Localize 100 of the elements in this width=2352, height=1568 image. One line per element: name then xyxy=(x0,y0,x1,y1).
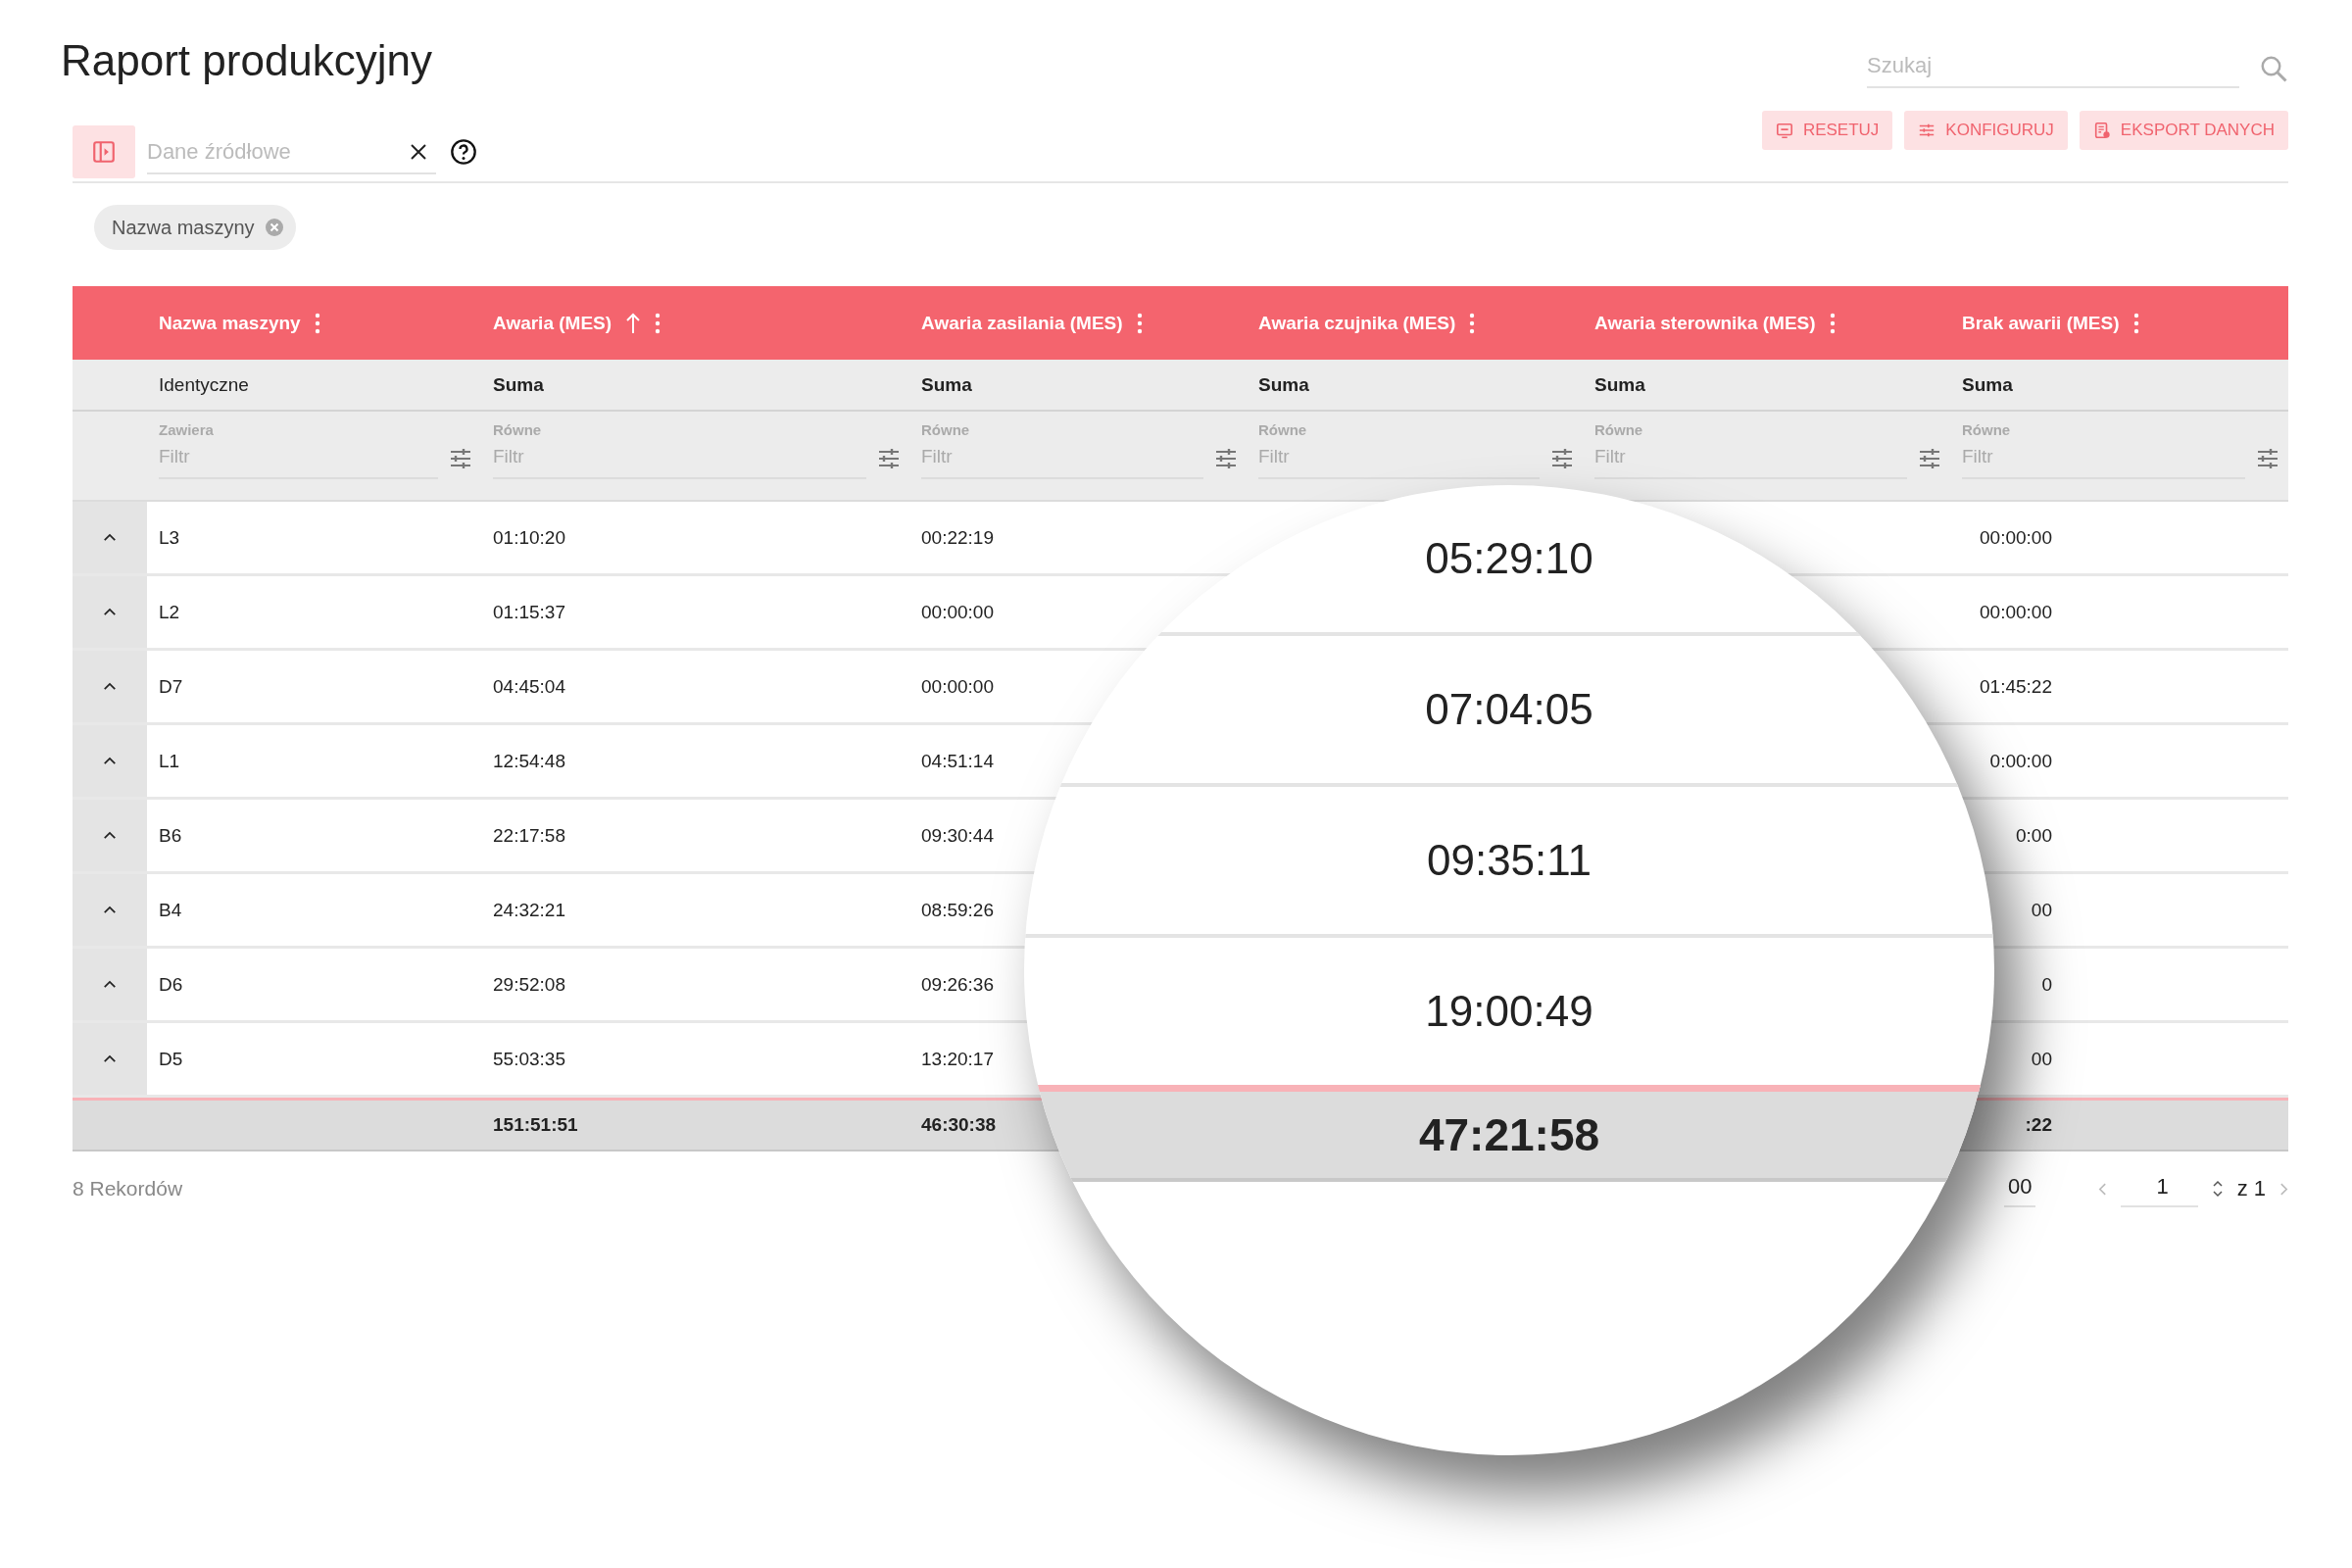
filter-label: Równe xyxy=(1594,421,1644,438)
table-cell: 00:22:19 xyxy=(921,526,994,549)
table-cell: 01:10:20 xyxy=(493,526,565,549)
magnified-value: 19:00:49 xyxy=(1425,987,1593,1036)
caret-up-icon[interactable] xyxy=(103,533,117,542)
configure-button[interactable]: KONFIGURUJ xyxy=(1904,111,2068,150)
table-cell: D5 xyxy=(159,1048,183,1070)
column-header[interactable]: Awaria zasilania (MES) xyxy=(909,286,1247,360)
filter-label: Równe xyxy=(1258,421,1308,438)
panel-toggle-icon[interactable] xyxy=(91,138,117,165)
page-title: Raport produkcyjny xyxy=(61,35,433,86)
reset-button[interactable]: RESETUJ xyxy=(1761,111,1893,150)
caret-up-icon[interactable] xyxy=(103,682,117,691)
filter-label: Równe xyxy=(493,421,543,438)
filter-settings-icon[interactable] xyxy=(1551,448,1573,469)
aggregate-label: Suma xyxy=(493,373,544,396)
magnified-value: 09:35:11 xyxy=(1427,836,1592,885)
chevron-right-icon[interactable] xyxy=(2279,1181,2288,1197)
filter-field[interactable]: Filtr xyxy=(1962,438,2245,479)
total-cell-text: :22 xyxy=(2024,1114,2052,1136)
remove-icon[interactable] xyxy=(264,218,284,237)
table-cell: 09:30:44 xyxy=(921,824,994,847)
table-cell-text: 01:45:22 xyxy=(1979,675,2052,698)
filter-settings-icon[interactable] xyxy=(1919,448,1940,469)
filter-settings-icon[interactable] xyxy=(878,448,900,469)
table-cell-text: 0 xyxy=(2040,973,2052,996)
export-button[interactable]: EKSPORT DANYCH xyxy=(2079,111,2288,150)
caret-up-icon[interactable] xyxy=(103,906,117,914)
monitor-icon[interactable] xyxy=(1775,122,1793,139)
filter-field[interactable]: Filtr xyxy=(159,438,438,479)
table-cell: D7 xyxy=(159,675,183,698)
table-cell: 01:15:37 xyxy=(493,601,565,623)
column-header[interactable]: Awaria (MES) xyxy=(481,286,909,360)
caret-up-icon[interactable] xyxy=(103,757,117,765)
kebab-menu-icon[interactable] xyxy=(1829,312,1836,334)
table-cell: 08:59:26 xyxy=(921,899,994,921)
record-count: 8 Rekordów xyxy=(73,1177,183,1200)
kebab-menu-icon[interactable] xyxy=(655,312,662,334)
filter-settings-icon[interactable] xyxy=(450,448,471,469)
page-size-field[interactable]: 00 xyxy=(2003,1170,2036,1207)
caret-up-icon[interactable] xyxy=(103,980,117,989)
filter-field[interactable]: Filtr xyxy=(921,438,1203,479)
table-cell: L3 xyxy=(159,526,180,549)
sort-up-arrow-icon[interactable] xyxy=(625,312,642,334)
magnified-value: 07:04:05 xyxy=(1425,685,1593,734)
caret-up-icon[interactable] xyxy=(103,1054,117,1063)
aggregate-label: Suma xyxy=(1594,373,1645,396)
table-cell: B6 xyxy=(159,824,182,847)
column-header[interactable]: Awaria czujnika (MES) xyxy=(1247,286,1583,360)
table-cell: 04:45:04 xyxy=(493,675,565,698)
total-cell: 46:30:38 xyxy=(921,1114,997,1136)
filter-field[interactable]: Filtr xyxy=(1594,438,1907,479)
aggregate-label: Suma xyxy=(921,373,972,396)
table-cell-text: 0:00:00 xyxy=(1988,750,2052,772)
page-number-field[interactable]: 1 xyxy=(2121,1170,2198,1207)
table-cell: 24:32:21 xyxy=(493,899,565,921)
kebab-menu-icon[interactable] xyxy=(314,312,320,334)
chevron-left-icon[interactable] xyxy=(2098,1181,2108,1197)
caret-up-icon[interactable] xyxy=(103,831,117,840)
table-cell: L1 xyxy=(159,750,180,772)
caret-up-icon[interactable] xyxy=(103,608,117,616)
sidebar-toggle-button[interactable] xyxy=(73,124,135,178)
magnified-value: 05:29:10 xyxy=(1425,534,1593,583)
group-chip[interactable]: Nazwa maszyny xyxy=(94,205,296,250)
table-cell: 12:54:48 xyxy=(493,750,565,772)
table-cell: 13:20:17 xyxy=(921,1048,994,1070)
kebab-menu-icon[interactable] xyxy=(1469,312,1476,334)
column-header[interactable]: Awaria sterownika (MES) xyxy=(1583,286,1950,360)
filter-label: Równe xyxy=(921,421,971,438)
filter-field[interactable]: Filtr xyxy=(1258,438,1540,479)
filter-label: Zawiera xyxy=(159,421,215,438)
table-cell: 00:00:00 xyxy=(921,675,994,698)
table-cell: 29:52:08 xyxy=(493,973,565,996)
table-cell-text: 00 xyxy=(2030,899,2052,921)
table-cell: L2 xyxy=(159,601,180,623)
aggregate-label: Suma xyxy=(1962,373,2013,396)
table-cell: 00:00:00 xyxy=(921,601,994,623)
filter-settings-icon[interactable] xyxy=(1215,448,1237,469)
page-total: z 1 xyxy=(2236,1176,2266,1201)
spinner-icon[interactable] xyxy=(2211,1178,2224,1200)
document-icon[interactable] xyxy=(2092,122,2111,139)
search-icon[interactable] xyxy=(2259,54,2288,83)
column-header[interactable]: Brak awarii (MES) xyxy=(1950,286,2288,360)
table-cell-text: 00:00:00 xyxy=(1979,526,2052,549)
table-cell-text: 00:00:00 xyxy=(1979,601,2052,623)
filter-field[interactable]: Filtr xyxy=(493,438,866,479)
filter-settings-icon[interactable] xyxy=(2257,448,2278,469)
aggregate-label: Identyczne xyxy=(159,373,249,396)
help-icon[interactable] xyxy=(450,137,477,166)
kebab-menu-icon[interactable] xyxy=(1136,312,1143,334)
sliders-icon[interactable] xyxy=(1918,122,1936,139)
table-cell: D6 xyxy=(159,973,183,996)
table-cell: 22:17:58 xyxy=(493,824,565,847)
aggregate-label: Suma xyxy=(1258,373,1309,396)
table-cell: 55:03:35 xyxy=(493,1048,565,1070)
table-cell-text: 0:00 xyxy=(2015,824,2052,847)
table-cell: 09:26:36 xyxy=(921,973,994,996)
column-header[interactable]: Nazwa maszyny xyxy=(147,286,481,360)
kebab-menu-icon[interactable] xyxy=(2132,312,2139,334)
filter-label: Równe xyxy=(1962,421,2012,438)
